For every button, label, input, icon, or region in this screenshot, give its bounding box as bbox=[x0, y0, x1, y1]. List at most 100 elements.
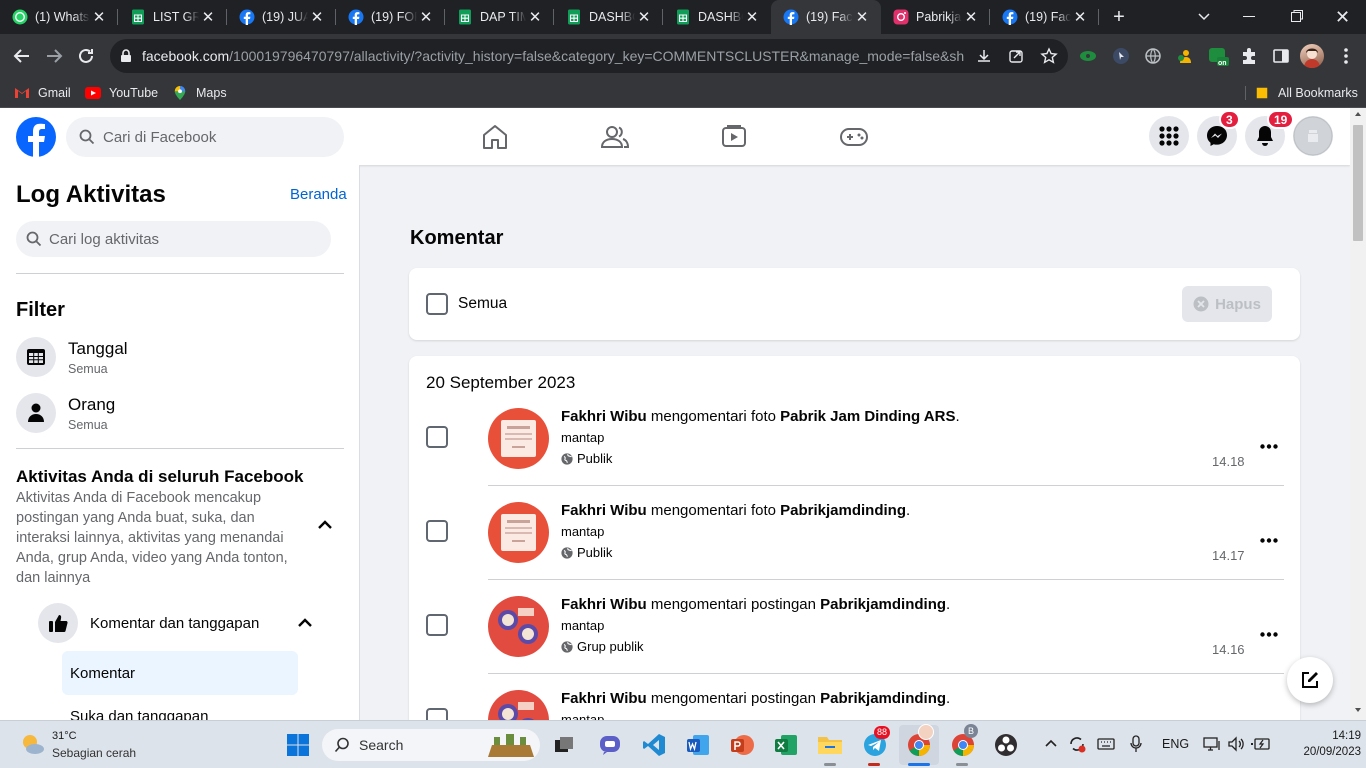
clock-date[interactable]: 20/09/2023 bbox=[1279, 746, 1361, 758]
close-window-button[interactable]: ✕ bbox=[1335, 7, 1350, 28]
windows-start-icon[interactable] bbox=[283, 730, 313, 760]
browser-tab[interactable]: (19) Facebook✕ bbox=[990, 0, 1099, 34]
chrome-menu-icon[interactable] bbox=[1343, 47, 1349, 65]
home-link[interactable]: Beranda bbox=[290, 186, 347, 203]
site-info-icon[interactable] bbox=[120, 49, 132, 63]
show-hidden-icons-chevron[interactable] bbox=[1044, 738, 1058, 748]
activity-description[interactable]: Fakhri Wibu mengomentari foto Pabrik Jam… bbox=[561, 408, 960, 425]
extension-on-icon[interactable]: on bbox=[1208, 46, 1230, 68]
facebook-search[interactable]: Cari di Facebook bbox=[66, 117, 344, 157]
reload-icon[interactable] bbox=[76, 46, 96, 66]
more-options-icon[interactable] bbox=[1255, 530, 1283, 550]
filter-date[interactable]: Tanggal Semua bbox=[16, 337, 128, 377]
close-tab-icon[interactable]: ✕ bbox=[635, 8, 653, 26]
account-avatar[interactable] bbox=[1293, 116, 1333, 156]
close-tab-icon[interactable]: ✕ bbox=[853, 8, 871, 26]
teams-chat-icon[interactable] bbox=[595, 730, 625, 760]
close-tab-icon[interactable]: ✕ bbox=[90, 8, 108, 26]
new-message-button[interactable] bbox=[1287, 657, 1333, 703]
clock-time[interactable]: 14:19 bbox=[1311, 730, 1361, 742]
nav-home[interactable] bbox=[439, 108, 551, 165]
vscode-icon[interactable] bbox=[639, 730, 669, 760]
keyboard-icon[interactable] bbox=[1097, 737, 1115, 751]
activity-description[interactable]: Fakhri Wibu mengomentari foto Pabrikjamd… bbox=[561, 502, 910, 519]
bookmark-maps[interactable]: Maps bbox=[172, 78, 227, 108]
chrome-profile-b-icon[interactable]: B bbox=[948, 724, 978, 760]
activity-description[interactable]: Fakhri Wibu mengomentari postingan Pabri… bbox=[561, 596, 950, 613]
delete-button[interactable]: Hapus bbox=[1182, 286, 1272, 322]
microphone-icon[interactable] bbox=[1129, 735, 1143, 753]
more-options-icon[interactable] bbox=[1255, 436, 1283, 456]
chevron-up-icon[interactable] bbox=[297, 617, 313, 629]
minimize-button[interactable] bbox=[1243, 16, 1255, 17]
sync-icon[interactable] bbox=[1068, 735, 1086, 753]
browser-tab[interactable]: DASHBOARD✕ bbox=[554, 0, 663, 34]
subcategory-comments[interactable]: Komentar bbox=[62, 651, 298, 695]
new-tab-button[interactable]: + bbox=[1108, 7, 1130, 27]
browser-tab[interactable]: (19) JUAL✕ bbox=[227, 0, 336, 34]
post-thumbnail[interactable] bbox=[488, 408, 549, 469]
filter-people[interactable]: Orang Semua bbox=[16, 393, 115, 433]
close-tab-icon[interactable]: ✕ bbox=[308, 8, 326, 26]
messenger-button[interactable]: 3 bbox=[1197, 110, 1240, 156]
bookmark-star-icon[interactable] bbox=[1040, 47, 1058, 65]
chrome-icon[interactable] bbox=[904, 724, 934, 760]
close-tab-icon[interactable]: ✕ bbox=[962, 8, 980, 26]
tab-search-icon[interactable] bbox=[1197, 9, 1211, 23]
menu-button[interactable] bbox=[1149, 116, 1189, 156]
browser-tab[interactable]: Pabrikjamdinding✕ bbox=[881, 0, 990, 34]
item-checkbox[interactable] bbox=[426, 520, 448, 542]
close-tab-icon[interactable]: ✕ bbox=[526, 8, 544, 26]
notifications-button[interactable]: 19 bbox=[1245, 110, 1295, 156]
side-panel-icon[interactable] bbox=[1272, 47, 1290, 65]
category-comments-reactions[interactable]: Komentar dan tanggapan bbox=[38, 602, 324, 644]
network-icon[interactable] bbox=[1203, 736, 1221, 752]
address-bar[interactable]: facebook.com/100019796470797/allactivity… bbox=[110, 39, 1068, 73]
post-thumbnail[interactable] bbox=[488, 502, 549, 563]
nav-gaming[interactable] bbox=[798, 108, 910, 165]
facebook-logo[interactable] bbox=[16, 117, 56, 157]
item-checkbox[interactable] bbox=[426, 614, 448, 636]
browser-tab[interactable]: (19) Facebook✕ bbox=[771, 0, 881, 34]
subcategory-likes-reactions[interactable]: Suka dan tanggapan bbox=[70, 708, 208, 720]
browser-tab[interactable]: DAP TIM ✕ bbox=[445, 0, 554, 34]
profile-avatar[interactable] bbox=[1300, 44, 1324, 68]
extension-globe-icon[interactable] bbox=[1144, 47, 1162, 65]
file-explorer-icon[interactable] bbox=[815, 730, 845, 760]
browser-tab[interactable]: DASHBOARD✕ bbox=[663, 0, 771, 34]
close-tab-icon[interactable]: ✕ bbox=[199, 8, 217, 26]
extension-green-icon[interactable] bbox=[1079, 48, 1097, 64]
nav-friends[interactable] bbox=[559, 108, 671, 165]
download-icon[interactable] bbox=[976, 48, 992, 64]
post-thumbnail[interactable] bbox=[488, 596, 549, 657]
taskbar-search[interactable]: Search bbox=[322, 729, 540, 761]
post-thumbnail[interactable] bbox=[488, 690, 549, 720]
word-icon[interactable] bbox=[683, 730, 713, 760]
extension-person-icon[interactable] bbox=[1176, 47, 1194, 65]
collapse-chevron-icon[interactable] bbox=[316, 519, 334, 531]
close-tab-icon[interactable]: ✕ bbox=[743, 8, 761, 26]
back-icon[interactable] bbox=[12, 46, 32, 66]
nav-watch[interactable] bbox=[678, 108, 790, 165]
task-view-icon[interactable] bbox=[549, 730, 579, 760]
volume-icon[interactable] bbox=[1227, 736, 1245, 752]
powerpoint-icon[interactable] bbox=[727, 730, 757, 760]
close-tab-icon[interactable]: ✕ bbox=[417, 8, 435, 26]
browser-tab[interactable]: (19) FORUM✕ bbox=[336, 0, 445, 34]
weather-icon[interactable] bbox=[18, 731, 46, 757]
excel-icon[interactable] bbox=[771, 730, 801, 760]
scrollbar-thumb[interactable] bbox=[1353, 125, 1363, 241]
page-scrollbar[interactable] bbox=[1350, 108, 1366, 720]
telegram-icon[interactable]: 88 bbox=[860, 726, 891, 760]
restore-button[interactable] bbox=[1290, 9, 1304, 23]
language-indicator[interactable]: ENG bbox=[1162, 737, 1189, 751]
all-bookmarks[interactable]: All Bookmarks bbox=[1254, 78, 1358, 108]
item-checkbox[interactable] bbox=[426, 708, 448, 720]
select-all-checkbox[interactable] bbox=[426, 293, 448, 315]
battery-icon[interactable] bbox=[1251, 737, 1271, 751]
obs-icon[interactable] bbox=[991, 730, 1021, 760]
bookmark-gmail[interactable]: Gmail bbox=[14, 78, 71, 108]
more-options-icon[interactable] bbox=[1255, 624, 1283, 644]
browser-tab[interactable]: (1) WhatsApp✕ bbox=[0, 0, 118, 34]
extension-cursor-icon[interactable] bbox=[1112, 47, 1130, 65]
